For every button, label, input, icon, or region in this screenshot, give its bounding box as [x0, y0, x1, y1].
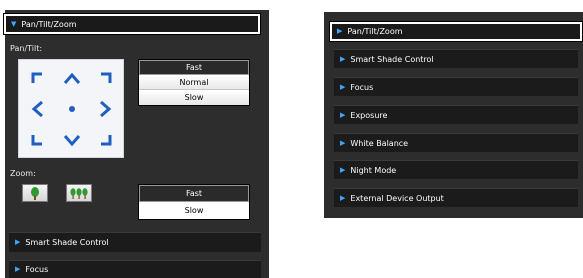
section-label: Focus	[25, 265, 49, 274]
section-label: Exposure	[350, 110, 388, 120]
section-focus[interactable]: ▶ Focus	[9, 260, 261, 278]
section-exposure[interactable]: ▶ Exposure	[334, 105, 578, 124]
section-focus[interactable]: ▶ Focus	[334, 77, 578, 96]
zoom-speed-fast[interactable]: Fast	[139, 185, 249, 202]
single-tree-icon	[31, 186, 39, 200]
pan-tilt-label: Pan/Tilt:	[10, 44, 43, 53]
zoom-speed-list: Fast Slow	[138, 184, 250, 220]
right-arrow-icon[interactable]	[89, 93, 123, 125]
section-label: Smart Shade Control	[350, 54, 434, 64]
section-white-balance[interactable]: ▶ White Balance	[334, 133, 578, 152]
up-right-arrow-icon[interactable]	[89, 62, 123, 94]
triangle-right-icon: ▶	[15, 265, 21, 273]
triangle-right-icon: ▶	[340, 54, 346, 63]
pan-tilt-speed-list: Fast Normal Slow	[138, 59, 250, 106]
pan-tilt-zoom-header-label: Pan/Tilt/Zoom	[347, 27, 403, 36]
section-label: External Device Output	[350, 193, 444, 203]
down-right-arrow-icon[interactable]	[89, 124, 123, 156]
section-label: White Balance	[350, 138, 409, 148]
triangle-right-icon: ▶	[340, 193, 346, 202]
section-night-mode[interactable]: ▶ Night Mode	[334, 160, 578, 179]
home-position-icon[interactable]	[55, 93, 89, 125]
triangle-down-icon: ▼	[11, 19, 17, 28]
zoom-speed-slow[interactable]: Slow	[139, 202, 249, 219]
left-arrow-icon[interactable]	[20, 93, 54, 125]
pan-tilt-zoom-header-label: Pan/Tilt/Zoom	[21, 19, 77, 29]
section-label: Focus	[350, 82, 374, 92]
zoom-tele-button[interactable]	[66, 184, 92, 202]
triangle-right-icon: ▶	[340, 165, 346, 174]
pan-tilt-speed-fast[interactable]: Fast	[139, 60, 249, 75]
section-smart-shade-control[interactable]: ▶ Smart Shade Control	[334, 49, 578, 68]
section-label: Smart Shade Control	[25, 238, 109, 247]
three-trees-icon	[70, 187, 88, 199]
pan-tilt-zoom-header[interactable]: ▼ Pan/Tilt/Zoom	[3, 13, 261, 35]
zoom-label: Zoom:	[10, 169, 36, 178]
down-arrow-icon[interactable]	[55, 124, 89, 156]
triangle-right-icon: ▶	[340, 82, 346, 91]
triangle-right-icon: ▶	[15, 238, 21, 246]
pan-tilt-speed-slow[interactable]: Slow	[139, 90, 249, 105]
down-left-arrow-icon[interactable]	[20, 124, 54, 156]
triangle-right-icon: ▶	[340, 110, 346, 119]
section-smart-shade-control[interactable]: ▶ Smart Shade Control	[9, 232, 261, 252]
section-label: Night Mode	[350, 165, 397, 175]
pan-tilt-pad	[18, 59, 124, 158]
triangle-right-icon: ▶	[340, 138, 346, 147]
pan-tilt-speed-normal[interactable]: Normal	[139, 75, 249, 90]
up-arrow-icon[interactable]	[55, 62, 89, 94]
section-external-device-output[interactable]: ▶ External Device Output	[334, 188, 578, 207]
up-left-arrow-icon[interactable]	[20, 62, 54, 94]
pan-tilt-zoom-header[interactable]: ▶ Pan/Tilt/Zoom	[329, 21, 583, 42]
triangle-right-icon: ▶	[337, 27, 343, 35]
zoom-wide-button[interactable]	[22, 184, 48, 202]
